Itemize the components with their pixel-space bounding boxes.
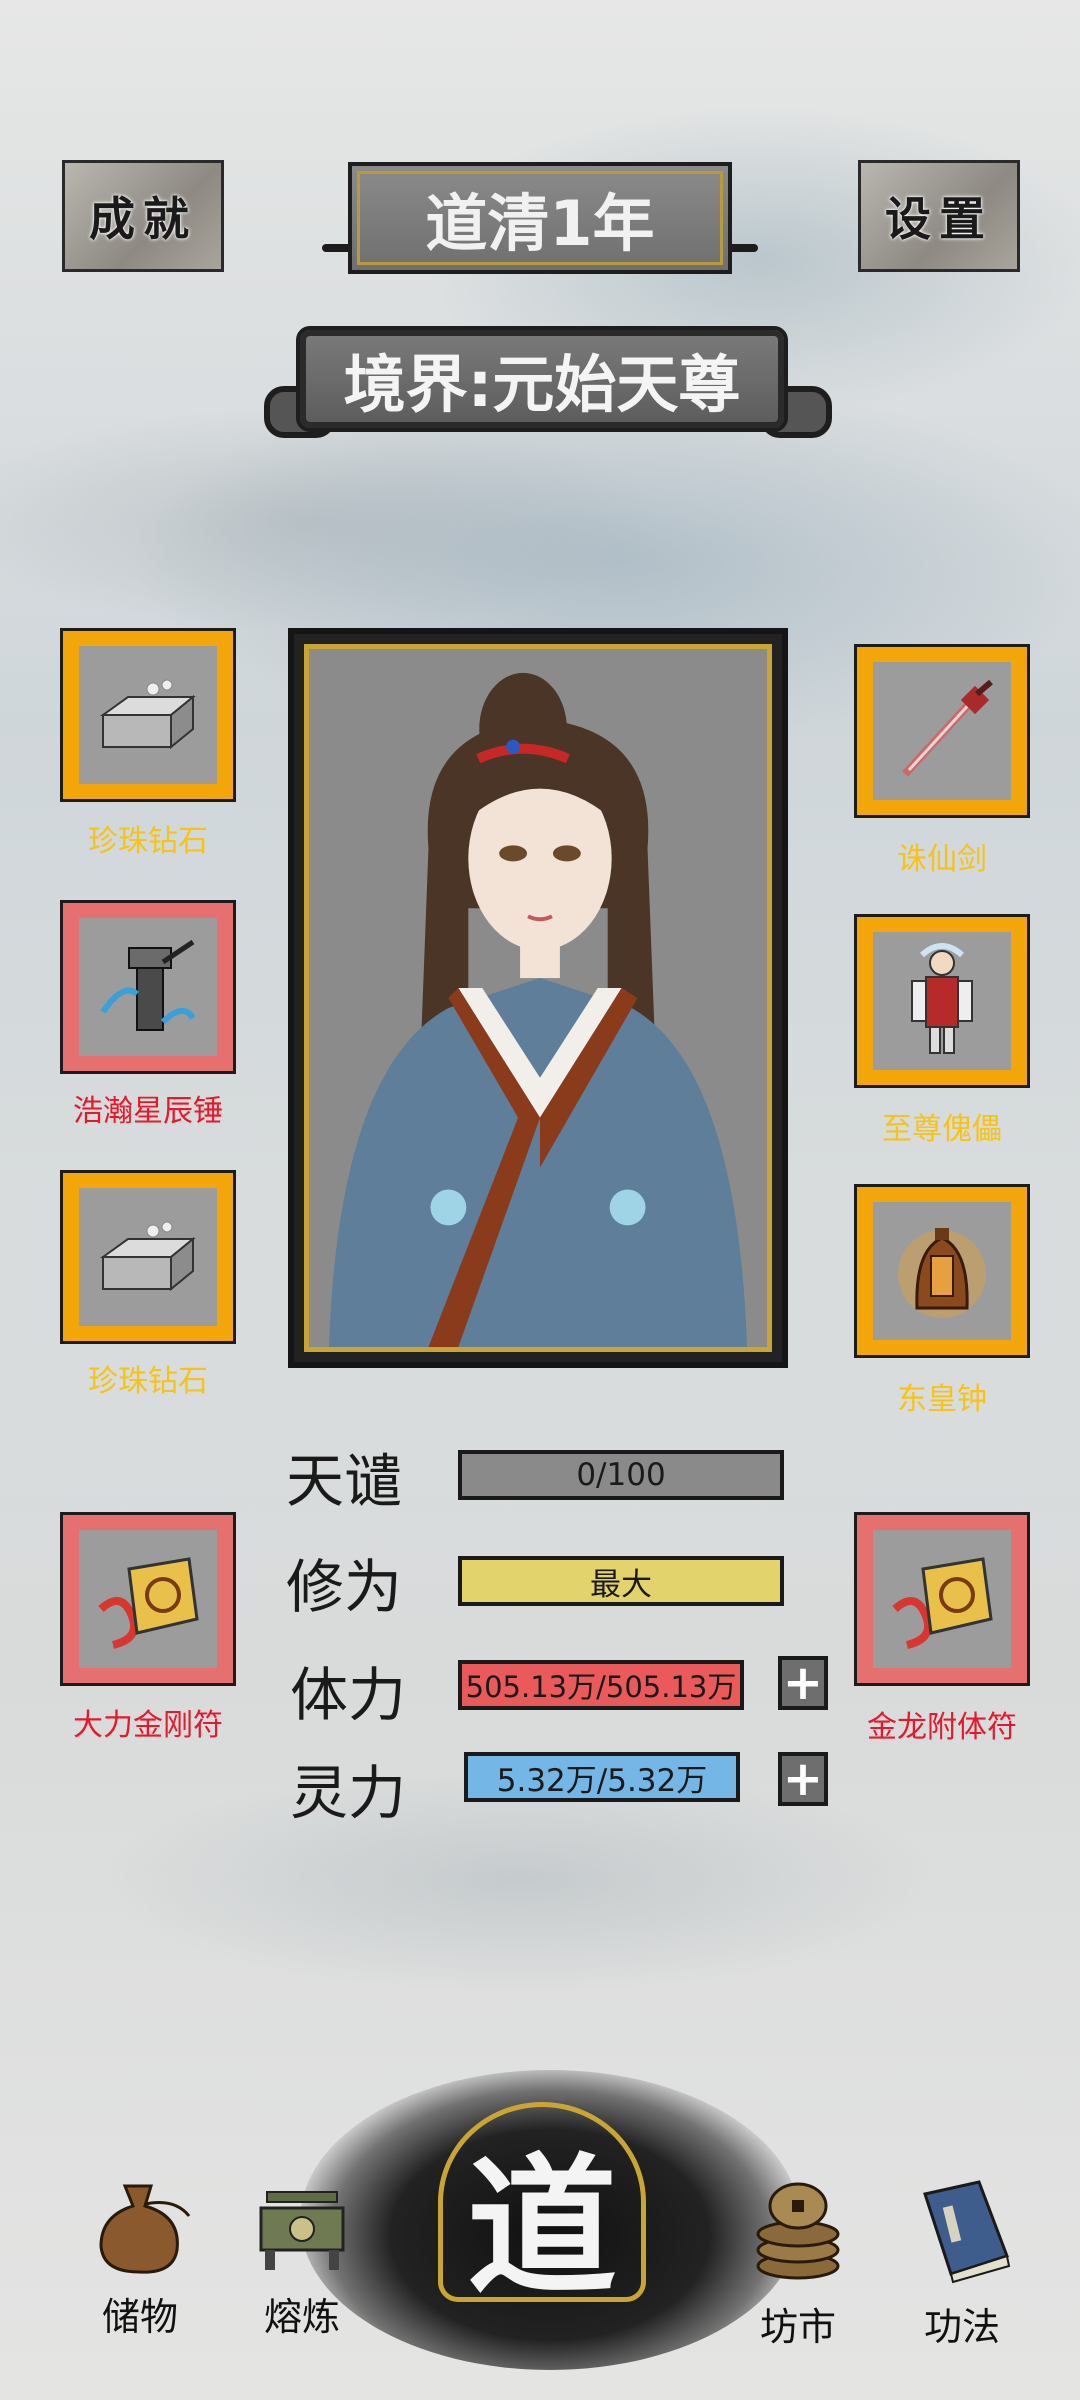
settings-label: 设置 — [885, 192, 993, 246]
equip-slot-left-1[interactable] — [60, 628, 236, 802]
year-title: 道清1年 — [425, 187, 655, 260]
silver-ingot-icon — [79, 1188, 217, 1326]
equip-slot-right-1-label: 诛仙剑 — [897, 842, 987, 877]
equip-slot-right-2[interactable] — [854, 914, 1030, 1088]
stamina-add-button[interactable]: + — [778, 1656, 828, 1710]
achievement-label: 成就 — [89, 192, 197, 246]
bell-icon — [873, 1202, 1011, 1340]
nav-storage-label: 储物 — [101, 2295, 178, 2339]
stat-label-cultivation: 修为 — [286, 1553, 403, 1621]
plus-icon: + — [782, 1655, 824, 1711]
equip-slot-left-4-label: 大力金刚符 — [73, 1708, 223, 1743]
stamina-value: 505.13万/505.13万 — [465, 1670, 737, 1704]
equip-slot-right-2-label: 至尊傀儡 — [882, 1112, 1002, 1147]
character-portrait — [304, 644, 772, 1352]
stat-label-spirit: 灵力 — [290, 1759, 407, 1827]
nav-market-label: 坊市 — [759, 2305, 836, 2349]
equip-slot-left-4[interactable] — [60, 1512, 236, 1686]
nav-smelt[interactable]: 熔炼 — [232, 2186, 372, 2341]
coins-icon — [728, 2176, 868, 2290]
equip-slot-left-2-label: 浩瀚星辰锤 — [73, 1094, 223, 1129]
plus-icon: + — [782, 1751, 824, 1807]
talisman-icon — [873, 1530, 1011, 1668]
nav-market[interactable]: 坊市 — [728, 2176, 868, 2351]
book-icon — [892, 2176, 1032, 2290]
dao-label: 道 — [466, 2138, 617, 2315]
sword-icon — [873, 662, 1011, 800]
nav-skills-label: 功法 — [923, 2305, 1000, 2349]
year-title-plate: 道清1年 — [348, 162, 732, 274]
equip-slot-right-3[interactable] — [854, 1184, 1030, 1358]
equip-slot-right-1[interactable] — [854, 644, 1030, 818]
pouch-icon — [70, 2176, 210, 2280]
spirit-bar: 5.32万/5.32万 — [464, 1752, 740, 1802]
equip-slot-left-3[interactable] — [60, 1170, 236, 1344]
punishment-bar: 0/100 — [458, 1450, 784, 1500]
cultivation-value: 最大 — [590, 1566, 652, 1603]
equip-slot-left-1-label: 珍珠钻石 — [88, 824, 208, 859]
spirit-add-button[interactable]: + — [778, 1752, 828, 1806]
punishment-value: 0/100 — [576, 1457, 666, 1493]
realm-title-plate: 境界:元始天尊 — [296, 326, 788, 432]
equip-slot-right-4[interactable] — [854, 1512, 1030, 1686]
cauldron-icon — [232, 2186, 372, 2280]
nav-storage[interactable]: 储物 — [70, 2176, 210, 2341]
hammer-icon — [79, 918, 217, 1056]
equip-slot-right-4-label: 金龙附体符 — [867, 1710, 1017, 1745]
achievement-button[interactable]: 成就 — [62, 160, 224, 272]
stat-label-punishment: 天谴 — [286, 1447, 403, 1515]
nav-skills[interactable]: 功法 — [892, 2176, 1032, 2351]
puppet-icon — [873, 932, 1011, 1070]
equip-slot-left-2[interactable] — [60, 900, 236, 1074]
stamina-bar: 505.13万/505.13万 — [458, 1660, 744, 1710]
talisman-icon — [79, 1530, 217, 1668]
dao-main-button[interactable]: 道 — [388, 2092, 696, 2336]
character-portrait-frame — [288, 628, 788, 1368]
settings-button[interactable]: 设置 — [858, 160, 1020, 272]
nav-smelt-label: 熔炼 — [263, 2295, 340, 2339]
cultivation-bar: 最大 — [458, 1556, 784, 1606]
stat-label-stamina: 体力 — [290, 1661, 407, 1729]
equip-slot-left-3-label: 珍珠钻石 — [88, 1364, 208, 1399]
spirit-value: 5.32万/5.32万 — [496, 1762, 708, 1799]
equip-slot-right-3-label: 东皇钟 — [897, 1382, 987, 1417]
silver-ingot-icon — [79, 646, 217, 784]
realm-title: 境界:元始天尊 — [343, 348, 741, 421]
